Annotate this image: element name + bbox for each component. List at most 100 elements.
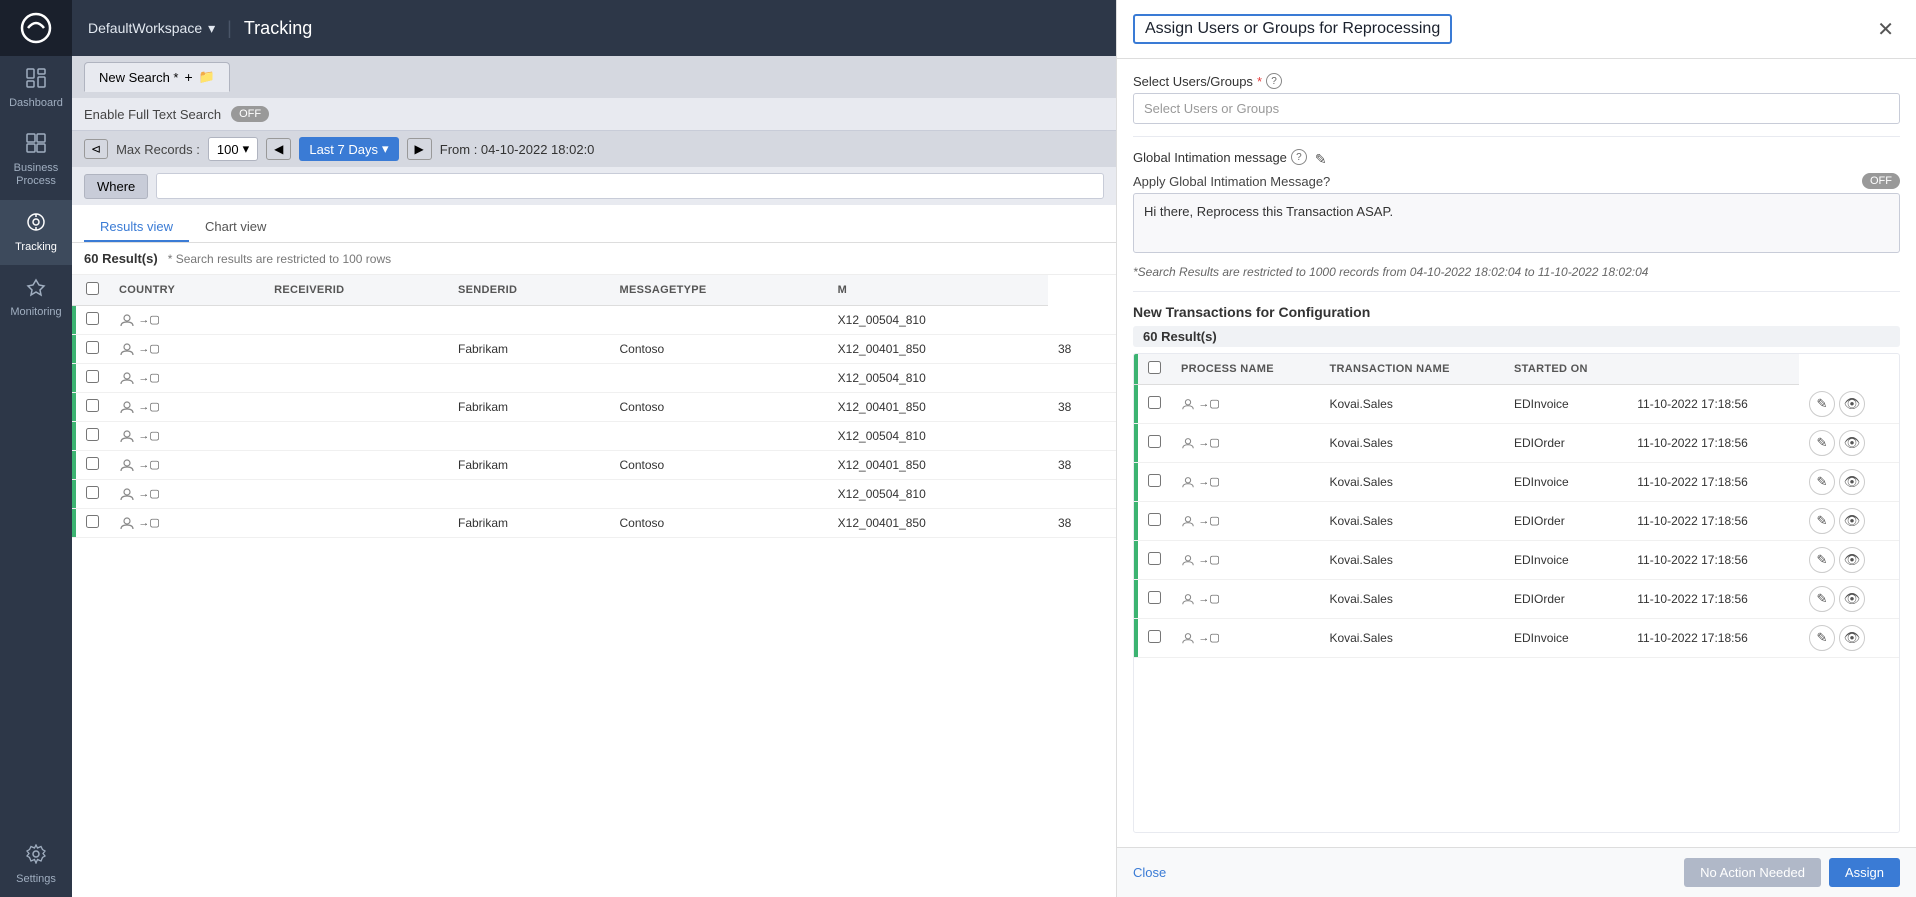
view-action-icon[interactable]: 👁: [1839, 547, 1865, 573]
open-search-icon[interactable]: 📁: [199, 69, 215, 85]
row-checkbox[interactable]: [86, 399, 99, 412]
row-checkbox[interactable]: [86, 515, 99, 528]
panel-row-process[interactable]: Kovai.Sales: [1319, 462, 1504, 501]
panel-row-checkbox-cell[interactable]: [1138, 423, 1171, 462]
edit-icon[interactable]: ✎: [1315, 151, 1327, 168]
max-records-select[interactable]: 100 ▾: [208, 137, 258, 161]
global-intimation-help-icon[interactable]: ?: [1291, 149, 1307, 165]
panel-row-started[interactable]: 11-10-2022 17:18:56: [1627, 423, 1799, 462]
results-table-container[interactable]: COUNTRY RECEIVERID SENDERID MESSAGETYPE …: [72, 275, 1116, 897]
row-checkbox-cell[interactable]: [76, 306, 109, 335]
table-row[interactable]: →▢ Fabrikam Contoso X12_00401_850 38: [72, 451, 1116, 480]
row-checkbox-cell[interactable]: [76, 509, 109, 538]
date-range-select[interactable]: Last 7 Days ▾: [299, 137, 398, 161]
panel-table-row[interactable]: →▢ Kovai.Sales EDInvoice 11-10-2022 17:1…: [1134, 618, 1899, 657]
row-checkbox[interactable]: [86, 370, 99, 383]
panel-row-checkbox-cell[interactable]: [1138, 385, 1171, 424]
edit-action-icon[interactable]: ✎: [1809, 430, 1835, 456]
select-users-input[interactable]: Select Users or Groups: [1133, 93, 1900, 124]
sidebar-item-business-process[interactable]: Business Process: [0, 121, 72, 200]
panel-select-all-checkbox[interactable]: [1148, 361, 1161, 374]
table-row[interactable]: →▢ Fabrikam Contoso X12_00401_850 38: [72, 509, 1116, 538]
sidebar-item-monitoring[interactable]: Monitoring: [0, 265, 72, 330]
panel-row-started[interactable]: 11-10-2022 17:18:56: [1627, 462, 1799, 501]
row-checkbox-cell[interactable]: [76, 480, 109, 509]
panel-row-started[interactable]: 11-10-2022 17:18:56: [1627, 540, 1799, 579]
panel-select-all-header[interactable]: [1138, 354, 1171, 385]
table-row[interactable]: →▢ X12_00504_810: [72, 364, 1116, 393]
collapse-button[interactable]: ⊲: [84, 139, 108, 159]
panel-table-row[interactable]: →▢ Kovai.Sales EDInvoice 11-10-2022 17:1…: [1134, 540, 1899, 579]
full-text-search-toggle[interactable]: OFF: [231, 106, 269, 122]
tab-chart-view[interactable]: Chart view: [189, 213, 282, 242]
edit-action-icon[interactable]: ✎: [1809, 508, 1835, 534]
view-action-icon[interactable]: 👁: [1839, 586, 1865, 612]
edit-action-icon[interactable]: ✎: [1809, 547, 1835, 573]
edit-action-icon[interactable]: ✎: [1809, 586, 1835, 612]
select-all-header[interactable]: [76, 275, 109, 306]
panel-row-checkbox[interactable]: [1148, 552, 1161, 565]
edit-action-icon[interactable]: ✎: [1809, 469, 1835, 495]
panel-table-row[interactable]: →▢ Kovai.Sales EDIOrder 11-10-2022 17:18…: [1134, 423, 1899, 462]
panel-table-row[interactable]: →▢ Kovai.Sales EDInvoice 11-10-2022 17:1…: [1134, 462, 1899, 501]
row-checkbox[interactable]: [86, 312, 99, 325]
panel-row-checkbox[interactable]: [1148, 435, 1161, 448]
footer-close-link[interactable]: Close: [1133, 865, 1166, 880]
edit-action-icon[interactable]: ✎: [1809, 625, 1835, 651]
panel-close-button[interactable]: ✕: [1871, 15, 1900, 44]
add-search-icon[interactable]: +: [184, 69, 192, 85]
panel-row-checkbox-cell[interactable]: [1138, 618, 1171, 657]
sidebar-item-settings[interactable]: Settings: [0, 832, 72, 897]
row-checkbox-cell[interactable]: [76, 393, 109, 422]
view-action-icon[interactable]: 👁: [1839, 469, 1865, 495]
prev-button[interactable]: ◀: [266, 138, 291, 160]
select-all-checkbox[interactable]: [86, 282, 99, 295]
panel-row-checkbox-cell[interactable]: [1138, 501, 1171, 540]
panel-row-checkbox-cell[interactable]: [1138, 540, 1171, 579]
assign-button[interactable]: Assign: [1829, 858, 1900, 887]
view-action-icon[interactable]: 👁: [1839, 508, 1865, 534]
row-checkbox[interactable]: [86, 457, 99, 470]
panel-row-process[interactable]: Kovai.Sales: [1319, 540, 1504, 579]
apply-global-toggle[interactable]: OFF: [1862, 173, 1900, 189]
view-action-icon[interactable]: 👁: [1839, 391, 1865, 417]
row-checkbox-cell[interactable]: [76, 364, 109, 393]
panel-row-checkbox[interactable]: [1148, 591, 1161, 604]
sidebar-item-tracking[interactable]: Tracking: [0, 200, 72, 265]
panel-row-checkbox[interactable]: [1148, 513, 1161, 526]
table-row[interactable]: →▢ X12_00504_810: [72, 306, 1116, 335]
panel-row-process[interactable]: Kovai.Sales: [1319, 423, 1504, 462]
message-textarea[interactable]: Hi there, Reprocess this Transaction ASA…: [1133, 193, 1900, 253]
row-checkbox[interactable]: [86, 428, 99, 441]
view-action-icon[interactable]: 👁: [1839, 625, 1865, 651]
row-checkbox-cell[interactable]: [76, 422, 109, 451]
row-checkbox-cell[interactable]: [76, 451, 109, 480]
panel-row-started[interactable]: 11-10-2022 17:18:56: [1627, 618, 1799, 657]
panel-row-started[interactable]: 11-10-2022 17:18:56: [1627, 579, 1799, 618]
panel-table-row[interactable]: →▢ Kovai.Sales EDIOrder 11-10-2022 17:18…: [1134, 579, 1899, 618]
table-row[interactable]: →▢ X12_00504_810: [72, 422, 1116, 451]
panel-row-started[interactable]: 11-10-2022 17:18:56: [1627, 501, 1799, 540]
view-action-icon[interactable]: 👁: [1839, 430, 1865, 456]
no-action-button[interactable]: No Action Needed: [1684, 858, 1821, 887]
tab-results-view[interactable]: Results view: [84, 213, 189, 242]
row-checkbox[interactable]: [86, 341, 99, 354]
panel-row-process[interactable]: Kovai.Sales: [1319, 385, 1504, 424]
where-input[interactable]: [156, 173, 1104, 199]
panel-table-container[interactable]: PROCESS NAME TRANSACTION NAME STARTED ON…: [1133, 353, 1900, 833]
workspace-selector[interactable]: DefaultWorkspace ▾: [88, 20, 215, 37]
panel-row-process[interactable]: Kovai.Sales: [1319, 501, 1504, 540]
panel-table-row[interactable]: →▢ Kovai.Sales EDIOrder 11-10-2022 17:18…: [1134, 501, 1899, 540]
row-checkbox-cell[interactable]: [76, 335, 109, 364]
panel-row-process[interactable]: Kovai.Sales: [1319, 618, 1504, 657]
table-row[interactable]: →▢ Fabrikam Contoso X12_00401_850 38: [72, 335, 1116, 364]
panel-row-checkbox-cell[interactable]: [1138, 462, 1171, 501]
panel-row-started[interactable]: 11-10-2022 17:18:56: [1627, 385, 1799, 424]
panel-row-checkbox[interactable]: [1148, 474, 1161, 487]
select-users-help-icon[interactable]: ?: [1266, 73, 1282, 89]
panel-row-checkbox[interactable]: [1148, 630, 1161, 643]
panel-row-process[interactable]: Kovai.Sales: [1319, 579, 1504, 618]
sidebar-item-dashboard[interactable]: Dashboard: [0, 56, 72, 121]
new-search-tab[interactable]: New Search * + 📁: [84, 62, 230, 92]
panel-row-checkbox[interactable]: [1148, 396, 1161, 409]
